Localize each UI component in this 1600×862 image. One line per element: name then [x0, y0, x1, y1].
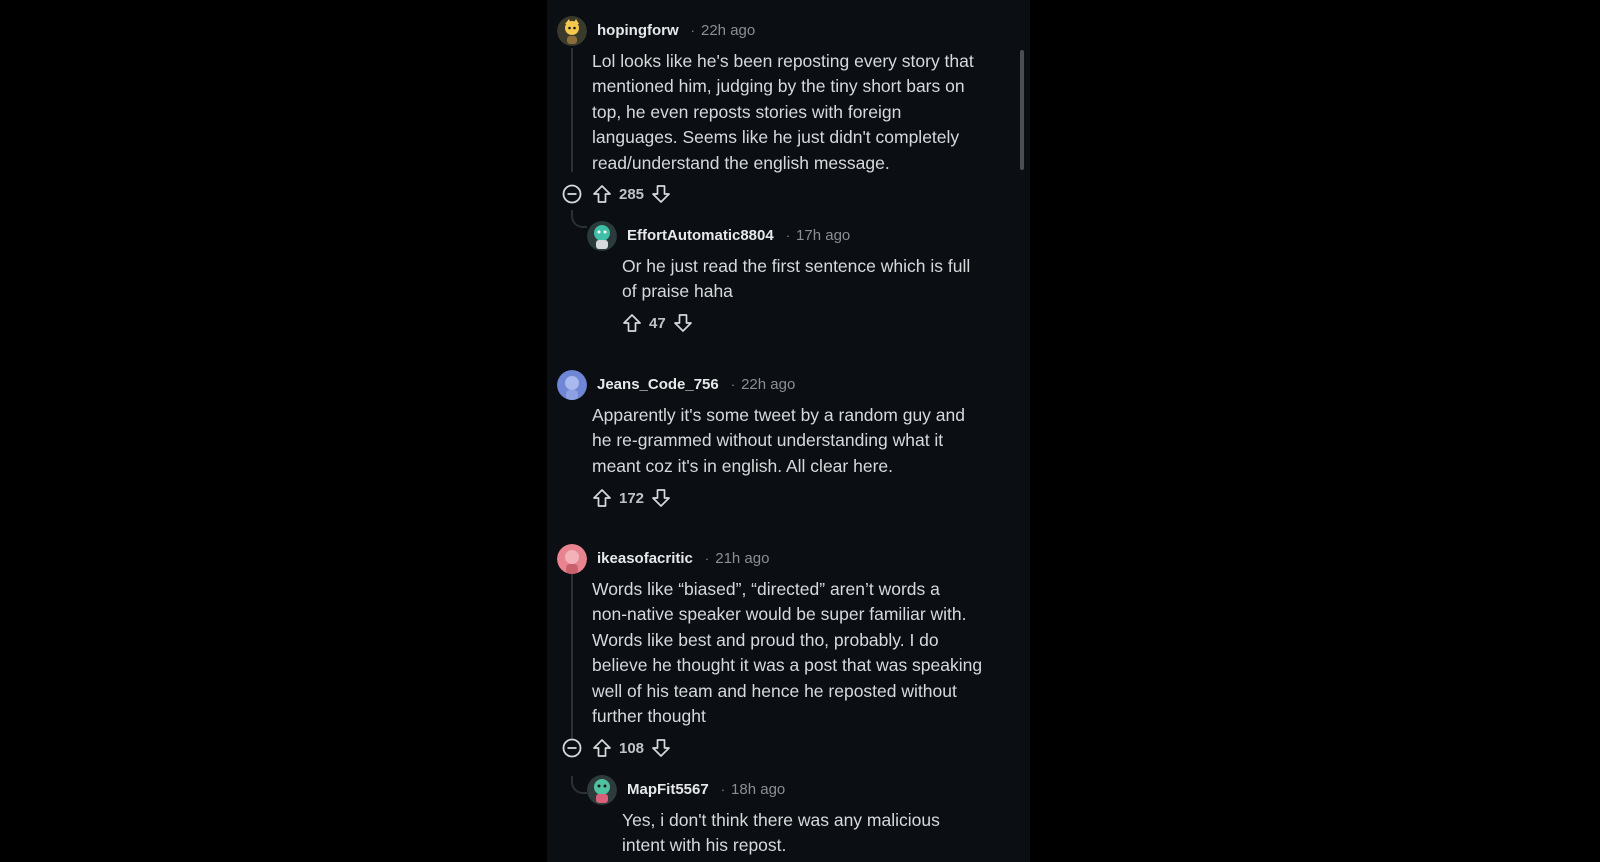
timestamp: 21h ago [715, 549, 770, 567]
username[interactable]: Jeans_Code_756 [597, 376, 719, 393]
downvote-button[interactable] [650, 737, 672, 759]
comment-line: read/understand the english message. [592, 152, 890, 173]
upvote-button[interactable] [591, 737, 613, 759]
username[interactable]: MapFit5567 [627, 781, 709, 798]
username[interactable]: hopingforw [597, 22, 679, 39]
arrow-down-icon [652, 489, 670, 507]
arrow-down-icon [673, 314, 692, 332]
comment-line: of praise haha [622, 281, 733, 302]
username[interactable]: ikeasofacritic [597, 550, 693, 567]
comment-line: intent with his repost. [622, 835, 787, 856]
timestamp: 18h ago [731, 780, 786, 798]
snoo-avatar-yellow-icon [557, 16, 587, 46]
comment-meta: ikeasofacritic · 21h ago [597, 548, 769, 568]
separator-dot: · [704, 550, 710, 566]
vote-bar: 108 [591, 737, 672, 759]
scrollbar[interactable] [1020, 50, 1024, 170]
arrow-down-icon [652, 739, 670, 757]
comment-body: Yes, i don't think there was any malicio… [622, 808, 940, 859]
comment-body: Words like “biased”, “directed” aren’t w… [592, 577, 982, 729]
comment-line: top, he even reposts stories with foreig… [592, 101, 902, 122]
separator-dot: · [730, 376, 736, 392]
avatar[interactable] [557, 544, 587, 574]
comment-line: Words like “biased”, “directed” aren’t w… [592, 579, 940, 599]
comment-line: further thought [592, 706, 706, 727]
arrow-up-icon [593, 185, 611, 203]
vote-bar: 285 [591, 183, 672, 205]
thread-line [571, 48, 573, 172]
downvote-button[interactable] [672, 312, 694, 334]
timestamp: 22h ago [741, 375, 796, 393]
comment-line: believe he thought it was a post that wa… [592, 655, 983, 676]
vote-count: 172 [619, 489, 645, 507]
comment-line: Words like best and proud tho, probably.… [592, 629, 939, 650]
comment-line: mentioned him, judging by the tiny short… [592, 76, 965, 97]
upvote-button[interactable] [591, 487, 613, 509]
separator-dot: · [690, 22, 695, 38]
snoo-avatar-pink-icon [557, 544, 587, 574]
comment-meta: EffortAutomatic8804 · 17h ago [627, 225, 850, 245]
vote-count: 285 [619, 185, 645, 203]
timestamp: 22h ago [701, 21, 756, 39]
vote-bar: 172 [591, 487, 672, 509]
comment-line: languages. Seems like he just didn't com… [592, 127, 960, 148]
comment-meta: Jeans_Code_756 · 22h ago [597, 374, 795, 394]
vote-count: 47 [649, 314, 666, 332]
comment-line: Or he just read the first sentence which… [622, 256, 971, 276]
comment-line: non-native speaker would be super famili… [592, 604, 967, 625]
vote-bar: 47 [621, 312, 694, 334]
comment-line: he re-grammed without understanding what… [592, 430, 944, 451]
comment-line: meant coz it's in english. All clear her… [592, 455, 893, 476]
separator-dot: · [720, 781, 726, 797]
minus-circle-icon [562, 184, 582, 204]
avatar[interactable] [557, 16, 587, 46]
arrow-up-icon [623, 314, 641, 332]
avatar[interactable] [587, 775, 617, 805]
comment-body: Lol looks like he's been reposting every… [592, 49, 974, 176]
vote-count: 108 [619, 739, 645, 757]
collapse-thread-button[interactable] [561, 183, 583, 205]
comment-meta: hopingforw · 22h ago [597, 20, 755, 40]
arrow-down-icon [652, 185, 670, 203]
separator-dot: · [785, 227, 791, 243]
comment-line: Apparently it's some tweet by a random g… [592, 405, 965, 425]
comment-body: Apparently it's some tweet by a random g… [592, 403, 965, 479]
snoo-avatar-green-icon [587, 775, 617, 805]
minus-circle-icon [562, 738, 582, 758]
downvote-button[interactable] [650, 183, 672, 205]
arrow-up-icon [593, 489, 611, 507]
comment-body: Or he just read the first sentence which… [622, 254, 970, 305]
avatar[interactable] [557, 370, 587, 400]
snoo-avatar-teal-icon [587, 221, 617, 251]
comment-line: Yes, i don't think there was any malicio… [622, 810, 940, 830]
comment-line: well of his team and hence he reposted w… [592, 680, 957, 701]
comment-meta: MapFit5567 · 18h ago [627, 779, 785, 799]
upvote-button[interactable] [591, 183, 613, 205]
collapse-thread-button[interactable] [561, 737, 583, 759]
timestamp: 17h ago [796, 226, 851, 244]
comment-line: Lol looks like he's been reposting every… [592, 51, 974, 71]
snoo-avatar-blue-icon [557, 370, 587, 400]
avatar[interactable] [587, 221, 617, 251]
arrow-up-icon [593, 739, 611, 757]
upvote-button[interactable] [621, 312, 643, 334]
username[interactable]: EffortAutomatic8804 [627, 227, 774, 244]
downvote-button[interactable] [650, 487, 672, 509]
thread-line [571, 574, 573, 738]
